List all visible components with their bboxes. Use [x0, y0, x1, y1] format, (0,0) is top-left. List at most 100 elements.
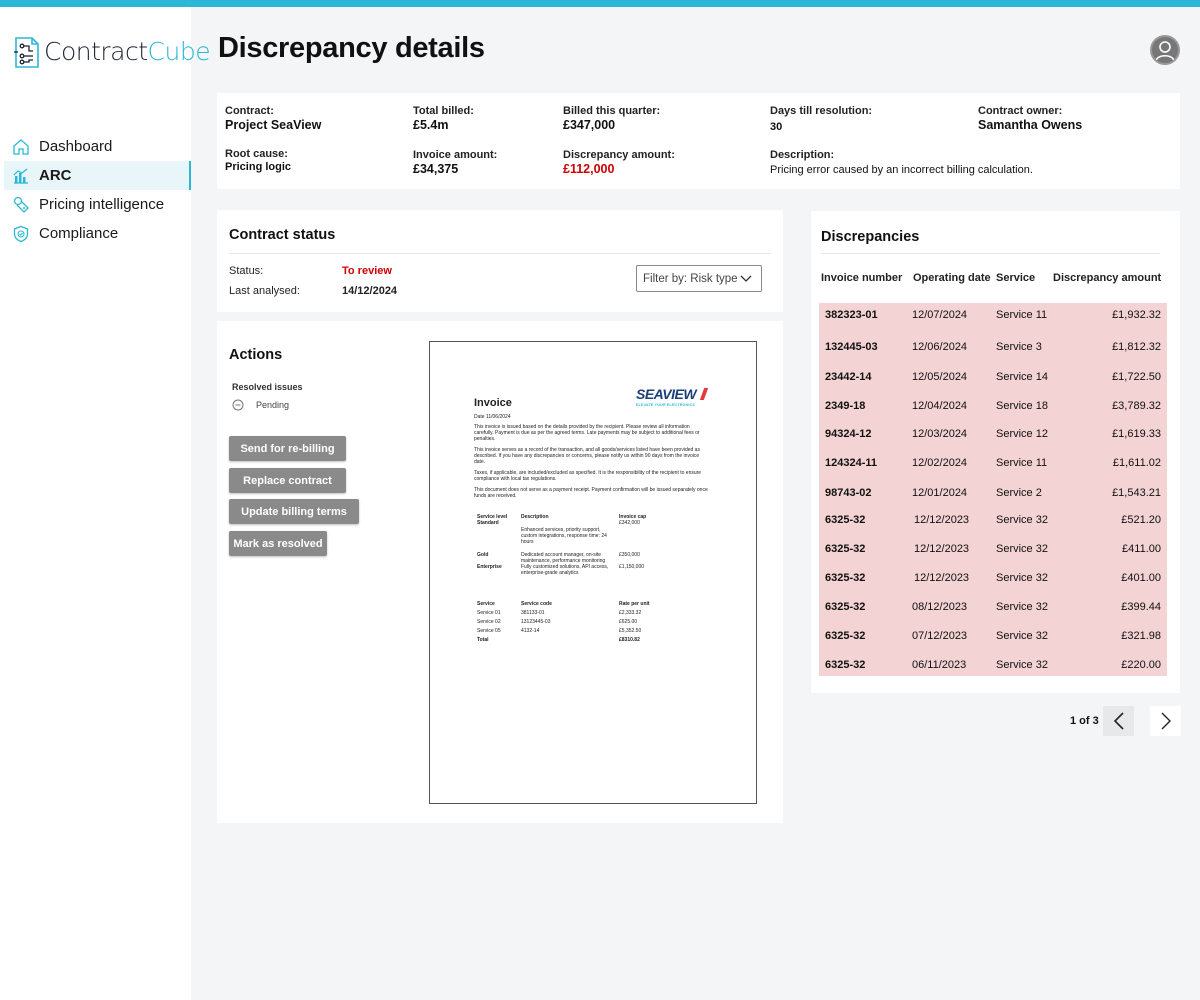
filter-risk-type-dropdown[interactable]: Filter by: Risk type	[636, 265, 762, 292]
invoice-table-cell: Enhanced services, priority support, cus…	[521, 527, 607, 545]
user-avatar[interactable]	[1150, 35, 1180, 65]
cell-invoice-number: 6325-32	[825, 543, 866, 555]
invoice-table-header: Service	[477, 601, 495, 607]
cell-invoice-number: 2349-18	[825, 400, 866, 412]
cell-discrepancy-amount: £1,932.32	[1112, 309, 1161, 321]
chevron-down-icon	[740, 275, 752, 282]
cell-service: Service 32	[996, 659, 1048, 671]
cell-service: Service 12	[996, 428, 1048, 440]
logo-text-part1: Contract	[44, 36, 148, 66]
field-value: £347,000	[563, 118, 616, 132]
table-row[interactable]: 6325-32 07/12/2023 Service 32 £321.98	[819, 627, 1167, 647]
invoice-amount-field: Invoice amount: £34,375	[413, 149, 497, 176]
cell-discrepancy-amount: £401.00	[1121, 572, 1161, 584]
sidebar-item-dashboard[interactable]: Dashboard	[4, 132, 191, 161]
cell-invoice-number: 132445-03	[825, 341, 878, 353]
field-label: Total billed:	[413, 105, 474, 117]
invoice-paragraph: Taxes, if applicable, are included/exclu…	[474, 470, 702, 482]
last-analysed-value: 14/12/2024	[342, 285, 398, 297]
invoice-table-header: Description	[521, 514, 549, 520]
sidebar-item-arc[interactable]: ARC	[4, 161, 191, 190]
invoice-table-cell: 4132-14	[521, 628, 540, 634]
cell-service: Service 2	[996, 487, 1042, 499]
invoice-table-header: Service code	[521, 601, 552, 607]
column-header-operating-date[interactable]: Operating date	[913, 272, 991, 284]
cell-service: Service 32	[996, 630, 1048, 642]
column-header-discrepancy-amount[interactable]: Discrepancy amount	[1053, 272, 1161, 284]
invoice-total-value: £8310.82	[619, 637, 640, 643]
invoice-total-label: Total	[477, 637, 489, 643]
mark-as-resolved-button[interactable]: Mark as resolved	[229, 531, 327, 556]
home-icon	[12, 138, 30, 156]
table-row[interactable]: 124324-11 12/02/2024 Service 11 £1,611.02	[819, 454, 1167, 474]
table-row[interactable]: 2349-18 12/04/2024 Service 18 £3,789.32	[819, 397, 1167, 417]
actions-title: Actions	[229, 347, 283, 363]
cell-service: Service 3	[996, 341, 1042, 353]
root-cause-field: Root cause: Pricing logic	[225, 148, 291, 173]
invoice-table-cell: Dedicated account manager, on-site maint…	[521, 552, 606, 564]
cell-service: Service 32	[996, 514, 1048, 526]
cell-invoice-number: 94324-12	[825, 428, 872, 440]
description-field: Description: Pricing error caused by an …	[770, 149, 1033, 176]
table-row[interactable]: 6325-32 06/11/2023 Service 32 £220.00	[819, 656, 1167, 676]
update-billing-terms-button[interactable]: Update billing terms	[229, 499, 359, 524]
cell-invoice-number: 6325-32	[825, 630, 866, 642]
contract-summary-card: Contract: Project SeaView Total billed: …	[217, 93, 1180, 189]
cell-operating-date: 08/12/2023	[912, 601, 968, 613]
cell-discrepancy-amount: £1,543.21	[1112, 487, 1161, 499]
send-for-rebilling-button[interactable]: Send for re-billing	[229, 436, 346, 461]
table-row[interactable]: 23442-14 12/05/2024 Service 14 £1,722.50	[819, 368, 1167, 388]
field-label: Discrepancy amount:	[563, 149, 675, 161]
sidebar-item-compliance[interactable]: Compliance	[4, 219, 191, 248]
table-row[interactable]: 94324-12 12/03/2024 Service 12 £1,619.33	[819, 425, 1167, 445]
contract-owner-field: Contract owner: Samantha Owens	[978, 105, 1082, 132]
sidebar-item-label: Dashboard	[39, 138, 113, 155]
contract-status-card: Contract status Status: To review Last a…	[217, 210, 783, 312]
sidebar-nav: Dashboard ARC Pricing intelligence Compl…	[4, 132, 191, 248]
cell-invoice-number: 6325-32	[825, 659, 866, 671]
field-value: Pricing error caused by an incorrect bil…	[770, 164, 1033, 176]
contract-status-title: Contract status	[229, 227, 336, 243]
discrepancies-card: Discrepancies Invoice number Operating d…	[811, 211, 1180, 693]
sidebar-item-label: Compliance	[39, 225, 119, 242]
cell-discrepancy-amount: £3,789.32	[1112, 400, 1161, 412]
table-row[interactable]: 132445-03 12/06/2024 Service 3 £1,812.32	[819, 338, 1167, 358]
sidebar-item-label: ARC	[39, 167, 72, 184]
previous-page-button[interactable]	[1103, 706, 1134, 736]
field-label: Root cause:	[225, 148, 288, 160]
sidebar-item-pricing-intelligence[interactable]: Pricing intelligence	[4, 190, 191, 219]
invoice-document-preview[interactable]: Invoice SEAVIEW ELEVATE YOUR ELECTRONICS…	[429, 341, 757, 804]
invoice-table-cell: £2,333.32	[619, 610, 642, 616]
brand-tagline: ELEVATE YOUR ELECTRONICS	[636, 403, 695, 407]
invoice-table-cell: Service 02	[477, 619, 501, 625]
invoice-table-header: Rate per unit	[619, 601, 650, 607]
cell-discrepancy-amount: £1,619.33	[1112, 428, 1161, 440]
replace-contract-button[interactable]: Replace contract	[229, 468, 346, 493]
field-label: Invoice amount:	[413, 149, 498, 161]
table-row[interactable]: 382323-01 12/07/2024 Service 11 £1,932.32	[819, 306, 1167, 326]
chevron-right-icon	[1161, 712, 1171, 730]
invoice-paragraph: This invoice serves as a record of the t…	[474, 447, 700, 465]
field-value: Samantha Owens	[978, 118, 1083, 132]
cell-operating-date: 12/07/2024	[912, 309, 968, 321]
next-page-button[interactable]	[1150, 706, 1181, 736]
status-label: Status:	[229, 265, 264, 277]
invoice-table-cell: £625.00	[619, 619, 638, 625]
column-header-invoice-number[interactable]: Invoice number	[821, 272, 902, 284]
field-value: Pricing logic	[225, 161, 292, 173]
table-row[interactable]: 6325-32 12/12/2023 Service 32 £521.20	[819, 511, 1167, 531]
top-accent-bar	[0, 0, 1200, 7]
table-row[interactable]: 98743-02 12/01/2024 Service 2 £1,543.21	[819, 484, 1167, 504]
invoice-table-cell: £5,352.50	[619, 628, 642, 634]
shield-icon	[12, 225, 30, 243]
page-title: Discrepancy details	[218, 32, 485, 64]
table-row[interactable]: 6325-32 12/12/2023 Service 32 £401.00	[819, 569, 1167, 589]
cell-invoice-number: 23442-14	[825, 371, 872, 383]
column-header-service[interactable]: Service	[996, 272, 1035, 284]
table-row[interactable]: 6325-32 12/12/2023 Service 32 £411.00	[819, 540, 1167, 560]
cell-discrepancy-amount: £1,812.32	[1112, 341, 1161, 353]
table-row[interactable]: 6325-32 08/12/2023 Service 32 £399.44	[819, 598, 1167, 618]
cell-discrepancy-amount: £220.00	[1121, 659, 1161, 671]
chart-icon	[12, 167, 30, 185]
app-logo[interactable]: ContractCube	[13, 32, 211, 70]
